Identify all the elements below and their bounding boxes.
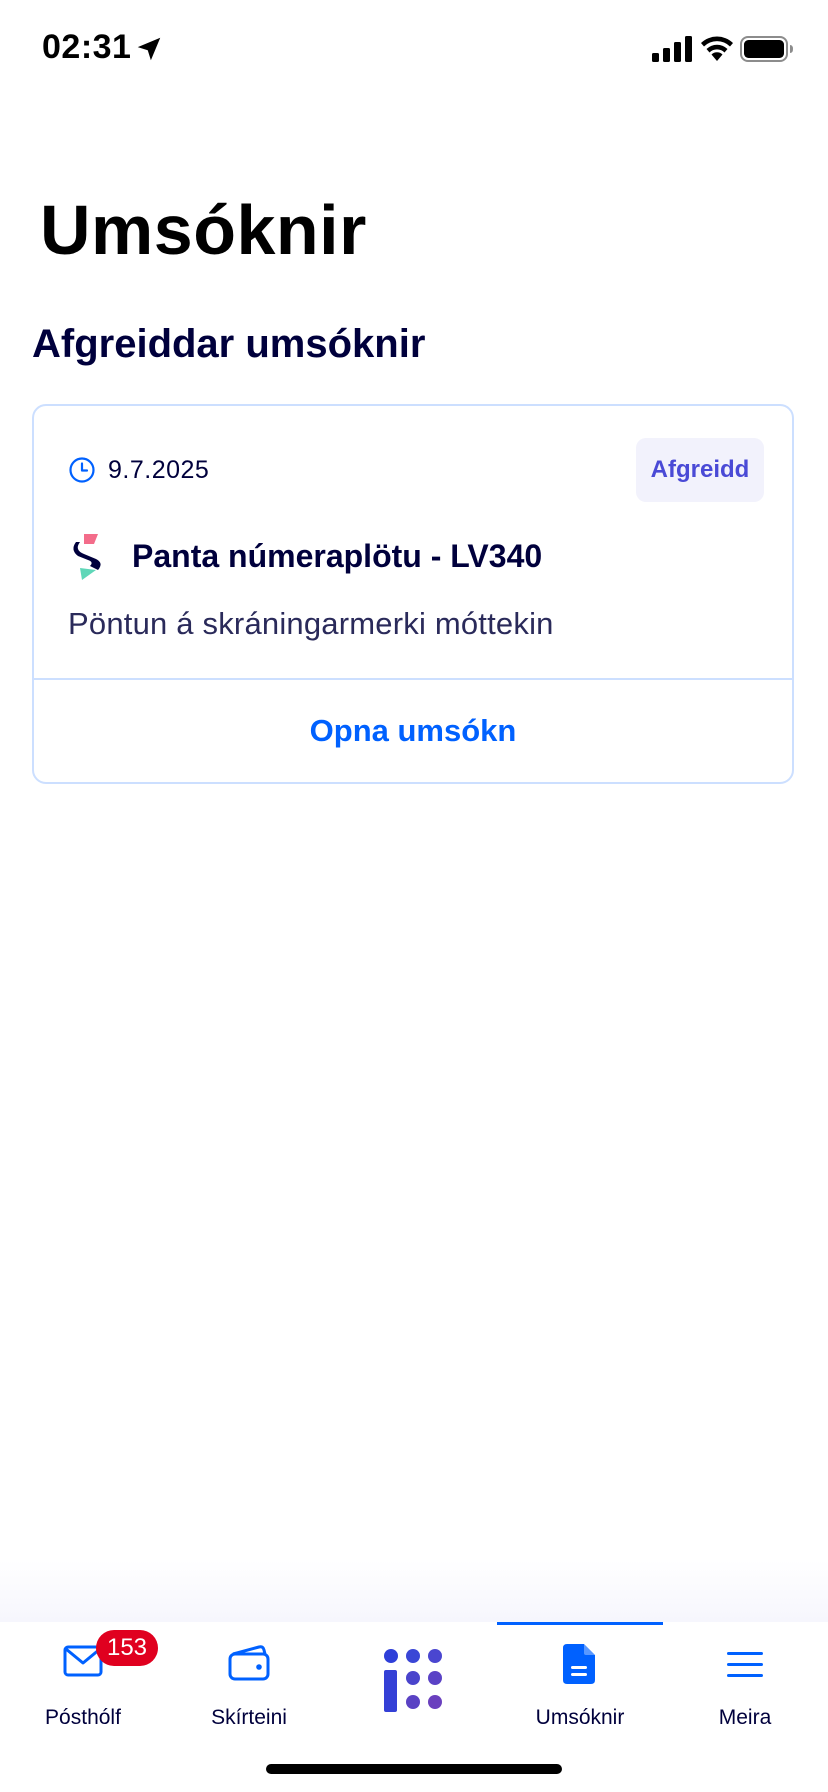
home-indicator — [266, 1764, 562, 1774]
wifi-icon — [701, 36, 733, 61]
tab-meira[interactable]: Meira — [662, 1622, 828, 1742]
battery-icon — [740, 36, 793, 62]
tab-bar-shadow — [0, 1560, 828, 1622]
tab-label: Pósthólf — [45, 1706, 121, 1729]
location-arrow-icon — [137, 37, 161, 61]
tab-label: Meira — [718, 1706, 772, 1729]
cellular-signal-icon — [652, 36, 692, 62]
tab-label: Skírteini — [211, 1706, 287, 1729]
status-time: 02:31 — [42, 28, 132, 66]
document-icon — [563, 1644, 595, 1684]
clock-icon — [69, 457, 95, 483]
status-bar: 02:31 — [0, 0, 828, 100]
menu-icon — [727, 1652, 763, 1677]
application-card[interactable]: 9.7.2025 Afgreidd Panta númeraplötu - LV… — [32, 404, 794, 784]
organization-logo-icon — [73, 534, 101, 580]
section-title: Afgreiddar umsóknir — [32, 322, 426, 366]
notification-badge: 153 — [96, 1630, 158, 1666]
status-badge: Afgreidd — [636, 438, 764, 502]
application-title: Panta númeraplötu - LV340 — [132, 538, 543, 574]
tab-label: Umsóknir — [535, 1706, 625, 1729]
home-logo-icon — [384, 1649, 442, 1712]
tab-home[interactable] — [332, 1622, 498, 1742]
page-title: Umsóknir — [40, 191, 367, 269]
tab-umsoknir[interactable]: Umsóknir — [497, 1622, 663, 1742]
tab-posthólf[interactable]: 153 Pósthólf — [0, 1622, 166, 1742]
application-date: 9.7.2025 — [108, 456, 210, 484]
tab-skirteini[interactable]: Skírteini — [166, 1622, 332, 1742]
application-description: Pöntun á skráningarmerki móttekin — [68, 606, 554, 641]
open-application-button[interactable]: Opna umsókn — [34, 680, 792, 782]
wallet-icon — [228, 1645, 270, 1681]
